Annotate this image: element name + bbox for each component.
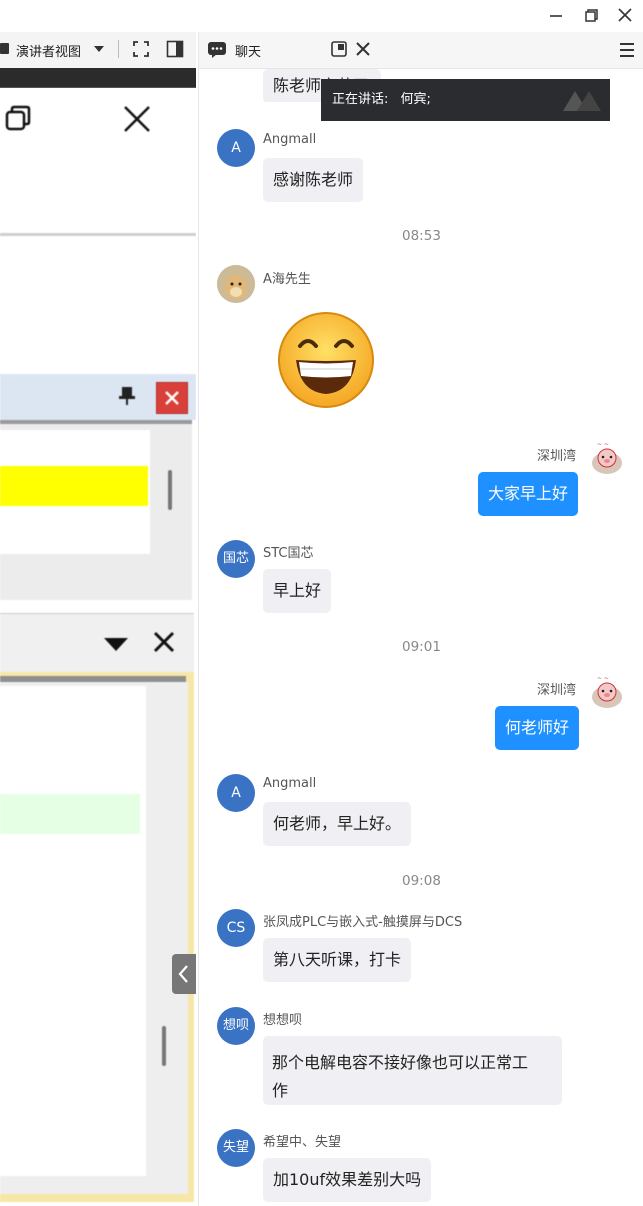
scrollbar-thumb [162, 1026, 166, 1066]
message-line: 那个电解电容不接好像也可以正常工 [272, 1053, 529, 1072]
collapse-panel-button[interactable] [172, 954, 196, 994]
screen-top-bar [0, 68, 196, 88]
close-icon [152, 630, 176, 658]
pin-icon [118, 386, 136, 410]
message-bubble: 那个电解电容不接好像也可以正常工 作 [263, 1036, 562, 1105]
chat-panel: 聊天 陈老师辛苦了 正在讲话: 何宾; A Angmall 感谢陈老师 08:5… [198, 32, 643, 1206]
menu-icon[interactable] [619, 42, 635, 62]
sender-name: 张凤成PLC与嵌入式-触摸屏与DCS [263, 915, 463, 930]
highlighted-row [0, 466, 148, 506]
speaking-name: 何宾; [400, 92, 431, 107]
message-bubble: 何老师，早上好。 [263, 802, 412, 846]
fullscreen-icon[interactable] [132, 40, 150, 58]
close-icon [122, 104, 152, 138]
sender-name: 想想呗 [263, 1013, 303, 1028]
app-logo-icon [563, 91, 601, 111]
avatar[interactable]: 失望 [217, 1129, 255, 1167]
sender-name: 深圳湾 [537, 449, 577, 464]
message-bubble: 何老师好 [495, 706, 580, 750]
timestamp: 09:01 [402, 639, 441, 655]
message-bubble: 第八天听课，打卡 [263, 938, 412, 982]
divider [0, 233, 196, 236]
svg-text:~ ~: ~ ~ [597, 675, 609, 682]
avatar[interactable]: A [217, 129, 255, 167]
sender-name: 深圳湾 [537, 683, 577, 698]
restore-icon[interactable] [578, 4, 604, 26]
sender-name: STC国芯 [263, 546, 314, 561]
presenter-toolbar: 演讲者视图 [0, 32, 196, 69]
chat-title: 聊天 [235, 45, 262, 60]
pane-header [0, 613, 194, 672]
presenter-view-label[interactable]: 演讲者视图 [16, 41, 81, 60]
message-bubble: 大家早上好 [478, 472, 579, 516]
chevron-down-icon[interactable] [94, 46, 104, 52]
avatar[interactable]: ~ ~ [589, 438, 625, 480]
window-titlebar [0, 0, 643, 32]
avatar[interactable]: CS [217, 909, 255, 947]
toolbar-divider [118, 40, 119, 58]
chevron-left-icon [178, 965, 188, 983]
popout-icon[interactable] [331, 41, 347, 61]
pane-body [0, 672, 194, 1202]
message-line: 作 [272, 1081, 289, 1100]
avatar[interactable]: 想呗 [217, 1007, 255, 1045]
timestamp: 08:53 [402, 228, 441, 244]
shared-screen-panel: 演讲者视图 [0, 32, 196, 1206]
highlighted-row [0, 794, 140, 834]
speaking-indicator: 正在讲话: 何宾; [321, 79, 610, 121]
minimize-icon[interactable] [543, 4, 569, 26]
chat-bubble-icon [208, 42, 226, 62]
avatar[interactable] [217, 265, 255, 303]
close-icon[interactable] [612, 4, 638, 26]
scrollbar-thumb [168, 470, 172, 510]
sender-name: Angmall [263, 132, 317, 147]
timestamp: 09:08 [402, 873, 441, 889]
sender-name: Angmall [263, 776, 317, 791]
speaking-prefix: 正在讲话: [332, 92, 389, 107]
sidebar-toggle-icon[interactable] [166, 40, 184, 58]
shared-screen-content [0, 88, 196, 1206]
message-bubble: 早上好 [263, 569, 332, 613]
chat-header: 聊天 [199, 32, 643, 69]
grinning-face-emoji [276, 310, 376, 414]
sender-name: A海先生 [263, 272, 311, 287]
pane-body [0, 420, 192, 600]
presenter-icon [0, 43, 9, 54]
avatar[interactable]: A [217, 774, 255, 812]
message-bubble: 感谢陈老师 [263, 158, 364, 202]
close-icon [156, 382, 188, 414]
message-bubble: 加10uf效果差别大吗 [263, 1158, 432, 1202]
sender-name: 希望中、失望 [263, 1135, 342, 1150]
svg-text:~ ~: ~ ~ [597, 441, 609, 448]
avatar[interactable]: ~ ~ [589, 672, 625, 714]
dropdown-arrow-icon [104, 638, 128, 651]
avatar[interactable]: 国芯 [217, 540, 255, 578]
close-chat-icon[interactable] [355, 41, 371, 61]
restore-icon [4, 104, 34, 138]
pane-header [0, 374, 196, 420]
